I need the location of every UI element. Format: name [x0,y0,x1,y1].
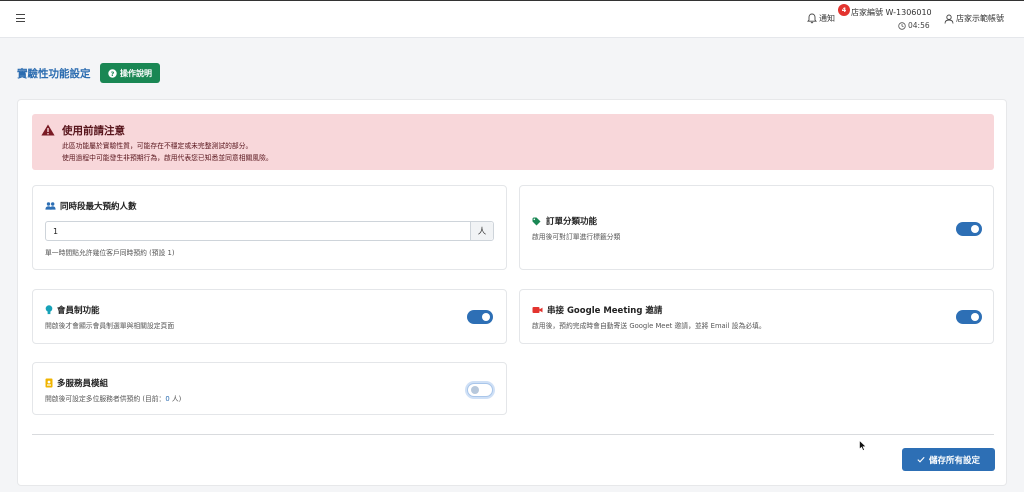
store-id-text: 店家編號 W-1306010 [851,8,932,17]
order-category-card: 訂單分類功能 啟用後可對訂單進行標籤分類 [519,185,994,270]
google-meeting-title-text: 串接 Google Meeting 邀請 [547,306,663,316]
multi-staff-desc-text: 開啟後可設定多位服務者供預約 (目前： [45,395,166,403]
max-booking-desc: 單一時間點允許幾位客戶同時預約 (預設 1) [45,249,175,257]
save-button-label: 儲存所有設定 [928,455,980,466]
clock-time: 04:56 [908,21,930,30]
notification-count-badge: 4 [838,4,850,16]
notification-button[interactable]: 通知 [807,13,835,24]
lightbulb-icon [45,305,53,315]
max-booking-card: 同時段最大預約人數 人 單一時間點允許幾位客戶同時預約 (預設 1) [32,185,507,270]
multi-staff-title: 多服務員模組 [45,377,108,389]
alert-message-line: 使用過程中可能發生非預期行為，啟用代表您已知悉並同意相關風險。 [62,154,273,162]
multi-staff-title-text: 多服務員模組 [57,379,109,389]
top-navbar: 通知 4 店家編號 W-1306010 04:56 店家示範帳號 [0,0,1024,38]
membership-toggle[interactable] [467,310,493,324]
clock-display: 04:56 [898,21,930,30]
users-icon [45,202,56,210]
multi-staff-card: 多服務員模組 開啟後可設定多位服務者供預約 (目前：0 人) [32,362,507,415]
video-camera-icon [532,307,543,313]
membership-title: 會員制功能 [45,304,100,316]
account-label: 店家示範帳號 [956,14,1004,23]
bell-icon [807,13,817,24]
multi-staff-desc: 開啟後可設定多位服務者供預約 (目前：0 人) [45,393,181,403]
account-menu-button[interactable]: 店家示範帳號 [944,13,1004,24]
alert-message-line: 此區功能屬於實驗性質，可能存在不穩定或未完整測試的部分。 [62,142,253,150]
membership-desc: 開啟後才會顯示會員制選單與相關設定頁面 [45,322,175,330]
settings-panel: 使用前請注意 此區功能屬於實驗性質，可能存在不穩定或未完整測試的部分。 使用過程… [17,99,1007,486]
max-booking-input-group: 人 [45,221,494,241]
order-category-toggle[interactable] [956,222,982,236]
multi-staff-desc-suffix: 人) [169,395,182,403]
svg-text:?: ? [111,70,115,78]
max-booking-input[interactable] [46,222,470,240]
google-meeting-title: 串接 Google Meeting 邀請 [532,304,662,316]
alert-title: 使用前請注意 [62,125,125,137]
help-button[interactable]: ? 操作說明 [100,63,160,83]
check-icon [917,456,925,463]
unit-addon: 人 [470,222,493,240]
help-button-label: 操作說明 [120,68,152,78]
membership-title-text: 會員制功能 [57,306,100,316]
google-meeting-desc: 啟用後，預約完成時會自動寄送 Google Meet 邀請，並將 Email 設… [532,322,766,330]
mouse-cursor-icon [859,440,867,451]
question-circle-icon: ? [108,68,117,78]
order-category-title-text: 訂單分類功能 [546,217,598,227]
id-badge-icon [45,378,53,388]
clock-icon [898,21,906,30]
user-icon [944,14,954,24]
order-category-desc: 啟用後可對訂單進行標籤分類 [532,233,621,241]
warning-alert: 使用前請注意 此區功能屬於實驗性質，可能存在不穩定或未完整測試的部分。 使用過程… [32,114,994,170]
multi-staff-toggle[interactable] [467,383,493,397]
page-title: 實驗性功能設定 [17,68,91,80]
notification-label: 通知 [819,14,835,23]
save-all-settings-button[interactable]: 儲存所有設定 [902,448,995,471]
membership-card: 會員制功能 開啟後才會顯示會員制選單與相關設定頁面 [32,289,507,344]
max-booking-title: 同時段最大預約人數 [45,200,137,212]
divider [32,434,994,435]
google-meeting-toggle[interactable] [956,310,982,324]
hamburger-icon[interactable] [16,14,25,22]
google-meeting-card: 串接 Google Meeting 邀請 啟用後，預約完成時會自動寄送 Goog… [519,289,994,344]
order-category-title: 訂單分類功能 [532,215,597,227]
max-booking-title-text: 同時段最大預約人數 [60,202,137,212]
tags-icon [532,217,541,225]
warning-triangle-icon [41,124,55,136]
